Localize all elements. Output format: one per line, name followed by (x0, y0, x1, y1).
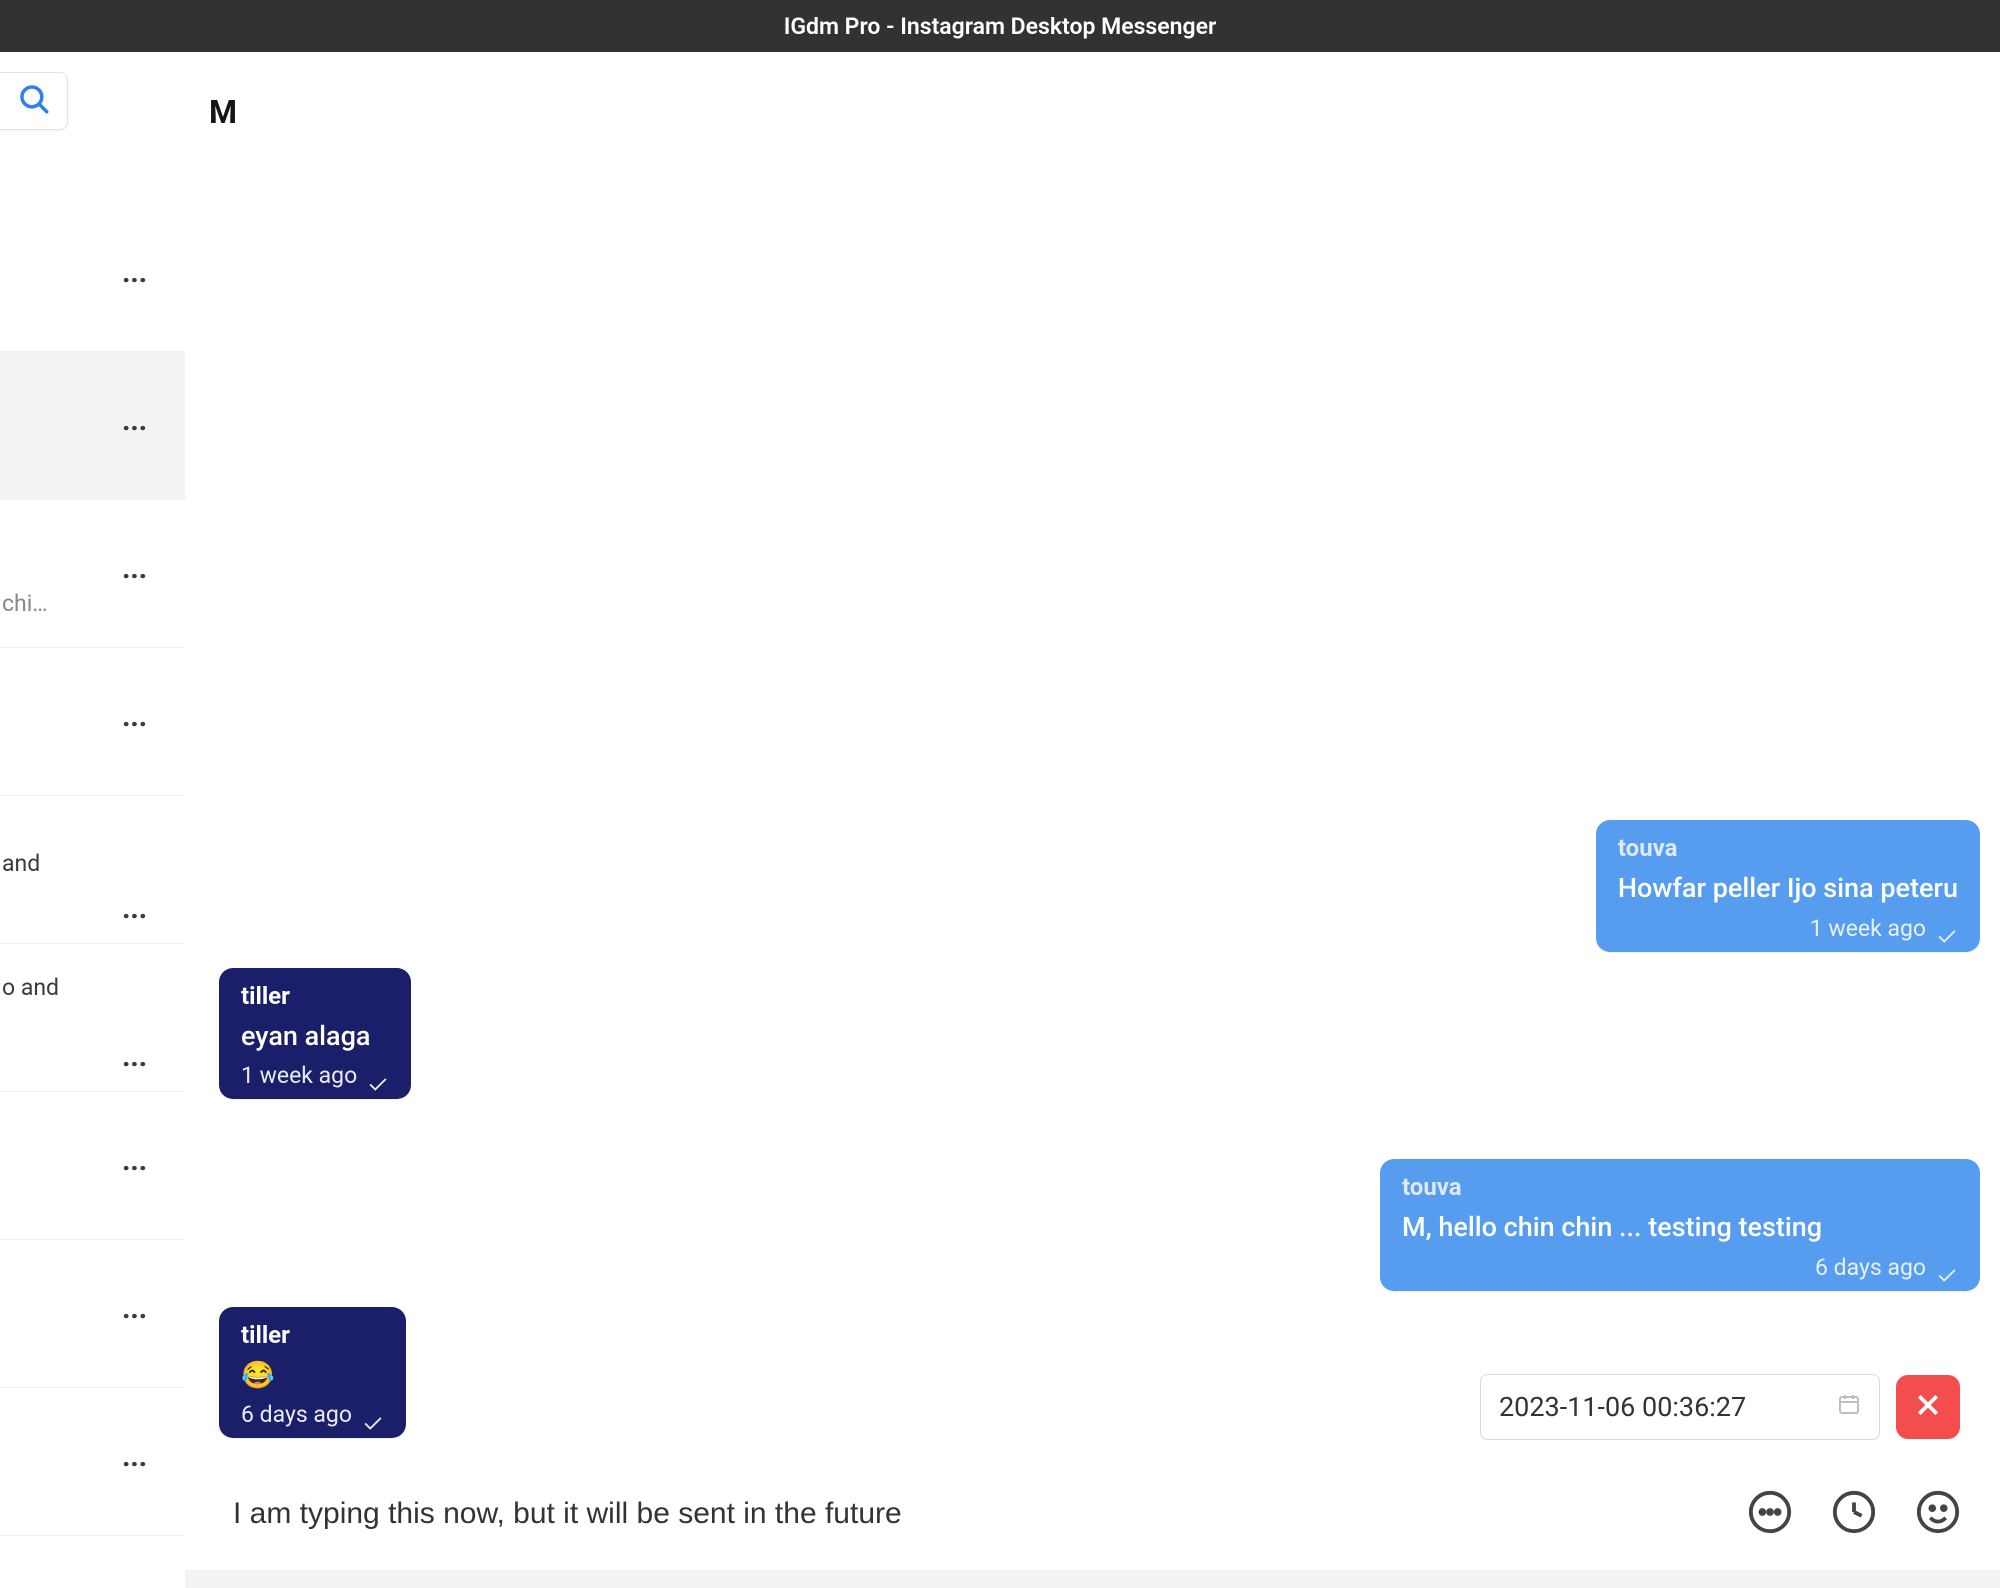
message-row: touva Howfar peller Ijo sina peteru 1 we… (219, 820, 1980, 952)
search-button[interactable] (0, 72, 68, 130)
chat-title: M (209, 93, 237, 131)
conversation-item[interactable]: ... (0, 1388, 185, 1536)
more-icon[interactable]: ... (122, 256, 147, 289)
footer-spacer (185, 1570, 2000, 1588)
check-icon (1936, 1264, 1958, 1286)
more-icon[interactable]: ... (122, 892, 147, 925)
clock-icon (1831, 1489, 1877, 1539)
message-row: tiller 😂 6 days ago 2023-11-06 00:36:27 (219, 1307, 1980, 1439)
message-input[interactable] (233, 1497, 1726, 1531)
quick-reply-button[interactable] (1746, 1490, 1794, 1538)
more-icon[interactable]: ... (122, 1144, 147, 1177)
message-bubble-sent[interactable]: touva M, hello chin chin ... testing tes… (1380, 1159, 1980, 1291)
more-icon[interactable]: ... (122, 552, 147, 585)
check-icon (367, 1073, 389, 1095)
close-icon (1913, 1390, 1943, 1424)
message-row: touva M, hello chin chin ... testing tes… (219, 1159, 1980, 1291)
more-icon[interactable]: ... (122, 404, 147, 437)
conversation-item[interactable]: chi… ... (0, 500, 185, 648)
calendar-icon (1837, 1391, 1861, 1423)
more-icon[interactable]: ... (122, 1292, 147, 1325)
conversation-item[interactable]: ... (0, 648, 185, 796)
message-meta: 1 week ago (241, 1062, 389, 1089)
content-area: ... ... chi… ... ... and ... (0, 52, 2000, 1588)
emoji-button[interactable] (1914, 1490, 1962, 1538)
message-meta: 6 days ago (241, 1401, 384, 1428)
message-time: 6 days ago (241, 1401, 352, 1428)
window-title: IGdm Pro - Instagram Desktop Messenger (784, 13, 1216, 40)
message-body: M, hello chin chin ... testing testing (1402, 1207, 1958, 1248)
message-row: tiller eyan alaga 1 week ago (219, 968, 1980, 1100)
message-body: eyan alaga (241, 1016, 389, 1057)
sidebar: ... ... chi… ... ... and ... (0, 52, 185, 1588)
message-bubble-sent[interactable]: touva Howfar peller Ijo sina peteru 1 we… (1596, 820, 1980, 952)
message-time: 6 days ago (1815, 1254, 1926, 1281)
message-time: 1 week ago (241, 1062, 357, 1089)
search-icon (17, 82, 51, 120)
chat-bubble-icon (1747, 1489, 1793, 1539)
conversation-item[interactable]: ... (0, 204, 185, 352)
composer-actions (1746, 1490, 1962, 1538)
conversation-label: and (0, 850, 130, 877)
window-titlebar: IGdm Pro - Instagram Desktop Messenger (0, 0, 2000, 52)
conversation-label: chi… (0, 590, 78, 617)
chat-header: M (185, 52, 2000, 172)
message-time: 1 week ago (1810, 915, 1926, 942)
message-sender: tiller (241, 1321, 384, 1349)
message-meta: 6 days ago (1402, 1254, 1958, 1281)
message-sender: touva (1402, 1173, 1958, 1201)
scheduler-row: 2023-11-06 00:36:27 (1480, 1374, 1980, 1444)
check-icon (1936, 925, 1958, 947)
message-sender: tiller (241, 982, 389, 1010)
cancel-schedule-button[interactable] (1896, 1375, 1960, 1439)
conversation-item[interactable]: ... (0, 1092, 185, 1240)
message-sender: touva (1618, 834, 1958, 862)
message-meta: 1 week ago (1618, 915, 1958, 942)
more-icon[interactable]: ... (122, 1040, 147, 1073)
conversation-list[interactable]: ... ... chi… ... ... and ... (0, 204, 185, 1588)
message-body: 😂 (241, 1355, 384, 1396)
schedule-datetime-value: 2023-11-06 00:36:27 (1499, 1391, 1746, 1423)
schedule-button[interactable] (1830, 1490, 1878, 1538)
conversation-item[interactable]: o and ... (0, 944, 185, 1092)
smile-icon (1915, 1489, 1961, 1539)
conversation-item[interactable]: ... (0, 1240, 185, 1388)
conversation-item[interactable]: ... (0, 352, 185, 500)
app-window: IGdm Pro - Instagram Desktop Messenger .… (0, 0, 2000, 1588)
composer (185, 1458, 2000, 1570)
more-icon[interactable]: ... (122, 700, 147, 733)
check-icon (362, 1412, 384, 1434)
message-list[interactable]: touva Howfar peller Ijo sina peteru 1 we… (185, 172, 2000, 1458)
schedule-datetime-input[interactable]: 2023-11-06 00:36:27 (1480, 1374, 1880, 1440)
message-bubble-received[interactable]: tiller 😂 6 days ago (219, 1307, 406, 1439)
more-icon[interactable]: ... (122, 1440, 147, 1473)
chat-panel: M touva Howfar peller Ijo sina peteru 1 … (185, 52, 2000, 1588)
message-bubble-received[interactable]: tiller eyan alaga 1 week ago (219, 968, 411, 1100)
conversation-item[interactable]: and ... (0, 796, 185, 944)
conversation-label: o and (0, 974, 130, 1001)
message-body: Howfar peller Ijo sina peteru (1618, 868, 1958, 909)
